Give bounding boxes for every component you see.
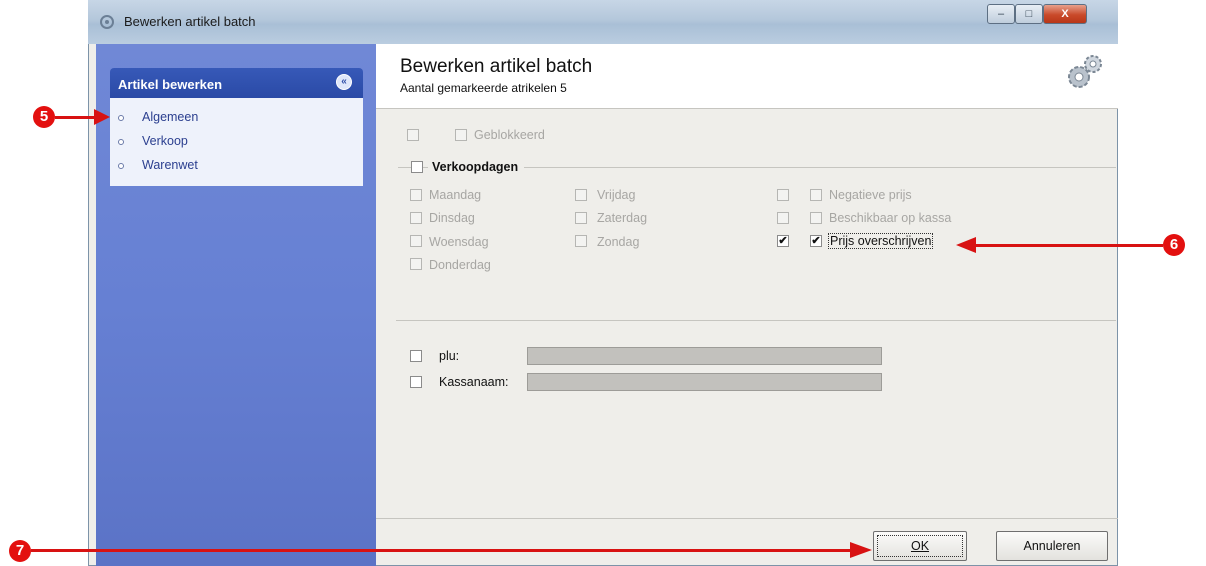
kassanaam-input[interactable] [527, 373, 882, 391]
dinsdag-label: Dinsdag [429, 211, 475, 225]
arrow-head-icon [94, 109, 110, 125]
negatieve-prijs-label: Negatieve prijs [829, 188, 912, 202]
minimize-button[interactable]: – [987, 4, 1015, 24]
annotation-marker-5: 5 [33, 106, 55, 128]
maximize-button[interactable]: □ [1015, 4, 1043, 24]
ok-button[interactable]: OK [873, 531, 967, 561]
kassanaam-checkbox[interactable] [410, 376, 422, 388]
window-controls: – □ X [987, 4, 1110, 26]
plu-checkbox[interactable] [410, 350, 422, 362]
zondag-label: Zondag [597, 235, 640, 249]
kassanaam-label: Kassanaam: [439, 375, 509, 389]
woensdag-checkbox[interactable] [410, 235, 422, 247]
sidebar-item-label: Warenwet [142, 158, 198, 172]
geblokkeerd-label: Geblokkeerd [474, 128, 545, 142]
donderdag-checkbox[interactable] [410, 258, 422, 270]
bullet-icon [118, 139, 124, 145]
collapse-icon[interactable]: « [336, 74, 352, 90]
footer-divider [376, 518, 1118, 519]
negatieve-prijs-checkbox[interactable] [810, 189, 822, 201]
maandag-label: Maandag [429, 188, 482, 202]
beschikbaar-op-kassa-label: Beschikbaar op kassa [829, 211, 952, 225]
zondag-checkbox[interactable] [575, 235, 587, 247]
zaterdag-label: Zaterdag [597, 211, 648, 225]
master-checkbox[interactable] [407, 129, 419, 141]
page-title: Bewerken artikel batch [400, 56, 593, 77]
sidebar-item-label: Verkoop [142, 134, 188, 148]
annotation-marker-6: 6 [1163, 234, 1185, 256]
plu-input[interactable] [527, 347, 882, 365]
plu-label: plu: [439, 349, 460, 363]
gears-icon [1068, 55, 1102, 88]
maandag-checkbox[interactable] [410, 189, 422, 201]
arrow-head-icon [956, 237, 976, 253]
beschikbaar-op-kassa-checkbox[interactable] [810, 212, 822, 224]
close-button[interactable]: X [1043, 4, 1087, 24]
vrijdag-checkbox[interactable] [575, 189, 587, 201]
geblokkeerd-checkbox[interactable] [455, 129, 467, 141]
sidebar-panel-title: Artikel bewerken [118, 77, 223, 92]
donderdag-label: Donderdag [429, 258, 491, 272]
woensdag-label: Woensdag [429, 235, 489, 249]
zaterdag-checkbox[interactable] [575, 212, 587, 224]
annotation-marker-7: 7 [9, 540, 31, 562]
cancel-button[interactable]: Annuleren [996, 531, 1108, 561]
verkoopdagen-checkbox[interactable] [411, 161, 423, 173]
page-subtitle: Aantal gemarkeerde atrikelen 5 [400, 81, 567, 95]
annotation-arrow-7 [31, 549, 851, 552]
negatieve-prijs-master-checkbox[interactable] [777, 189, 789, 201]
prijs-overschrijven-label: Prijs overschrijven [827, 233, 934, 249]
window-title: Bewerken artikel batch [124, 14, 256, 29]
vrijdag-label: Vrijdag [597, 188, 636, 202]
prijs-overschrijven-checkbox[interactable]: ✔ [810, 235, 822, 247]
verkoopdagen-label: Verkoopdagen [428, 160, 525, 174]
beschikbaar-master-checkbox[interactable] [777, 212, 789, 224]
bullet-icon [118, 163, 124, 169]
dinsdag-checkbox[interactable] [410, 212, 422, 224]
bullet-icon [118, 115, 124, 121]
prijs-overschrijven-master-checkbox[interactable]: ✔ [777, 235, 789, 247]
annotation-arrow-6 [975, 244, 1163, 247]
app-icon [100, 15, 114, 29]
arrow-head-icon [850, 542, 872, 558]
sidebar-item-label: Algemeen [142, 110, 199, 124]
section-separator [396, 320, 1116, 321]
annotation-arrow-5 [55, 116, 95, 119]
